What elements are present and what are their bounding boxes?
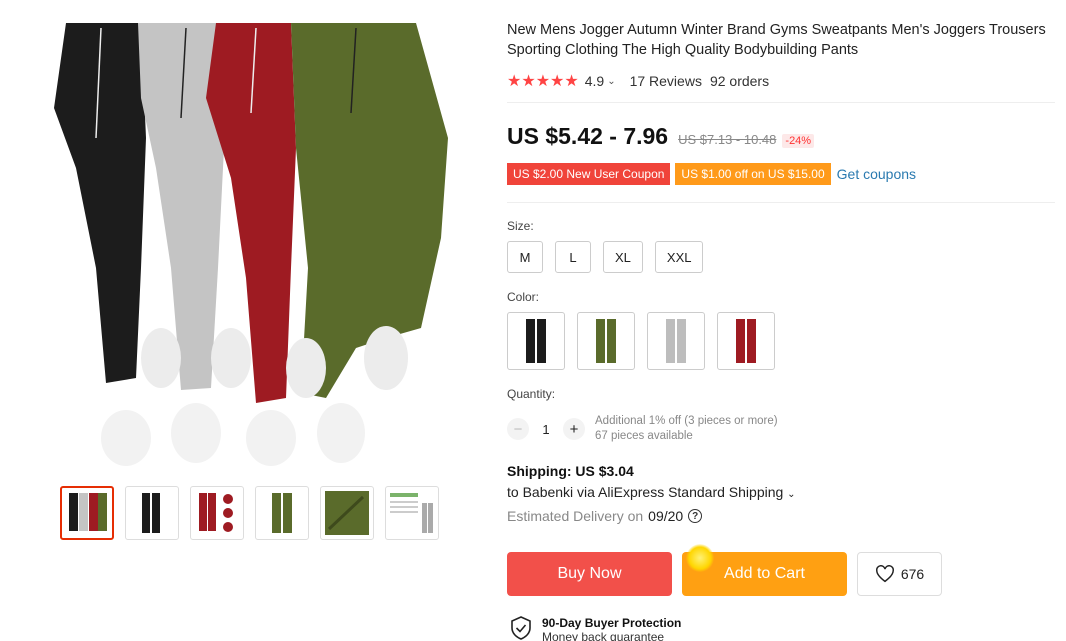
thumbnail-1[interactable]	[60, 486, 114, 540]
color-option-green[interactable]	[577, 312, 635, 370]
chevron-down-icon[interactable]: ⌄	[607, 76, 615, 87]
star-rating-icon: ★★★★★	[507, 73, 579, 90]
quantity-decrease-button[interactable]: −	[507, 418, 529, 440]
color-option-black[interactable]	[507, 312, 565, 370]
quantity-label: Quantity:	[507, 387, 556, 401]
divider	[507, 102, 1055, 103]
thumbnail-5[interactable]	[320, 486, 374, 540]
original-price: US $7.13 - 10.48	[678, 132, 777, 147]
color-options	[507, 312, 775, 370]
new-user-coupon[interactable]: US $2.00 New User Coupon	[507, 163, 671, 185]
product-title: New Mens Jogger Autumn Winter Brand Gyms…	[507, 22, 1046, 58]
quantity-increase-button[interactable]: +	[563, 418, 585, 440]
thumbnail-3[interactable]	[190, 486, 244, 540]
rating-value[interactable]: 4.9	[585, 73, 604, 89]
discount-badge: -24%	[782, 134, 815, 148]
thumbnail-4[interactable]	[255, 486, 309, 540]
quantity-note: Additional 1% off (3 pieces or more) 67 …	[595, 414, 778, 444]
shield-check-icon	[511, 616, 531, 640]
get-coupons-link[interactable]: Get coupons	[837, 166, 916, 182]
store-coupon[interactable]: US $1.00 off on US $15.00	[675, 163, 831, 185]
chevron-down-icon[interactable]: ⌄	[787, 489, 795, 500]
orders-count: 92 orders	[709, 73, 770, 89]
wishlist-button[interactable]: 676	[857, 552, 942, 596]
divider	[507, 202, 1055, 203]
buy-now-button[interactable]: Buy Now	[507, 552, 672, 596]
estimated-delivery-date: 09/20	[648, 508, 684, 524]
size-options: M L XL XXL	[507, 241, 704, 273]
thumbnail-strip	[60, 486, 439, 540]
price-row: US $5.42 - 7.96 US $7.13 - 10.48 -24%	[507, 123, 815, 150]
buyer-protection: 90-Day Buyer Protection Money back guara…	[510, 616, 681, 641]
wishlist-count: 676	[900, 566, 925, 582]
product-info: New Mens Jogger Autumn Winter Brand Gyms…	[507, 20, 1057, 91]
protection-title: 90-Day Buyer Protection	[542, 616, 682, 630]
main-product-image[interactable]	[46, 18, 454, 473]
estimated-delivery-label: Estimated Delivery on	[507, 508, 644, 524]
action-buttons: Buy Now Add to Cart 676	[507, 544, 942, 596]
coupon-row: US $2.00 New User Coupon US $1.00 off on…	[507, 163, 916, 185]
add-to-cart-label: Add to Cart	[724, 565, 805, 582]
estimated-delivery: Estimated Delivery on 09/20 ?	[507, 508, 796, 524]
size-label: Size:	[507, 219, 534, 233]
shipping-destination[interactable]: to Babenki via AliExpress Standard Shipp…	[507, 484, 783, 500]
rating-row: ★★★★★ 4.9 ⌄ 17 Reviews 92 orders	[507, 71, 1057, 91]
sparkle-icon	[686, 544, 714, 572]
quantity-input[interactable]: 1	[529, 422, 563, 437]
heart-icon	[875, 565, 894, 583]
current-price: US $5.42 - 7.96	[507, 123, 669, 149]
quantity-discount-note: Additional 1% off (3 pieces or more)	[595, 415, 778, 427]
color-label: Color:	[507, 290, 540, 304]
color-option-gray[interactable]	[647, 312, 705, 370]
quantity-stepper: − 1 + Additional 1% off (3 pieces or mor…	[507, 414, 778, 444]
shipping-section: Shipping: US $3.04 to Babenki via AliExp…	[507, 463, 796, 524]
help-icon[interactable]: ?	[688, 509, 703, 523]
quantity-available: 67 pieces available	[595, 430, 693, 442]
color-option-red[interactable]	[717, 312, 775, 370]
protection-subtitle: Money back guarantee	[542, 630, 665, 641]
add-to-cart-button[interactable]: Add to Cart	[682, 544, 847, 596]
size-option-xl[interactable]: XL	[603, 241, 643, 273]
thumbnail-2[interactable]	[125, 486, 179, 540]
size-option-m[interactable]: M	[507, 241, 543, 273]
shipping-method[interactable]: to Babenki via AliExpress Standard Shipp…	[507, 484, 796, 500]
size-option-l[interactable]: L	[555, 241, 591, 273]
shipping-cost: Shipping: US $3.04	[507, 463, 634, 479]
thumbnail-6[interactable]	[385, 486, 439, 540]
size-option-xxl[interactable]: XXL	[654, 241, 704, 273]
reviews-link[interactable]: 17 Reviews	[630, 73, 702, 89]
